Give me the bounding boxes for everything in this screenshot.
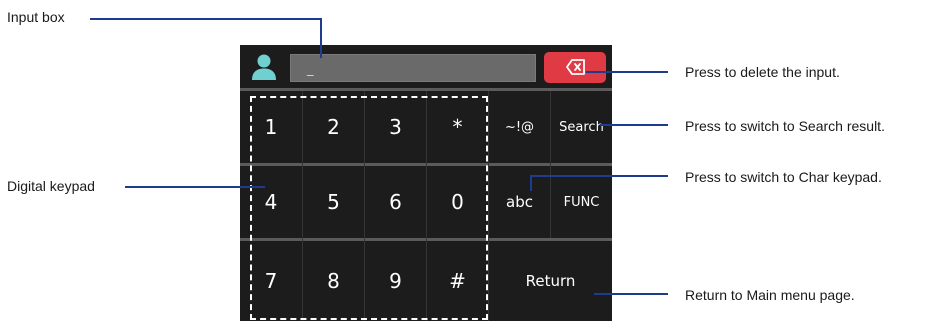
divider [426, 91, 427, 321]
key-8[interactable]: 8 [303, 241, 364, 321]
key-1[interactable]: 1 [240, 91, 302, 163]
key-9[interactable]: 9 [365, 241, 426, 321]
key-4[interactable]: 4 [240, 166, 302, 238]
callout-return: Return to Main menu page. [685, 287, 855, 303]
key-0[interactable]: 0 [427, 166, 488, 238]
leader-line-delete [586, 71, 668, 73]
key-return[interactable]: Return [489, 241, 612, 321]
input-value: _ [307, 62, 314, 77]
input-box[interactable]: _ [290, 54, 536, 82]
user-button[interactable] [244, 51, 284, 83]
user-icon [244, 54, 284, 87]
callout-input-box: Input box [7, 9, 65, 25]
keypad-panel: _ 1 2 3 * ~!@ Search 4 5 6 0 abc FUNC 7 … [240, 45, 612, 321]
key-5[interactable]: 5 [303, 166, 364, 238]
callout-digital-keypad: Digital keypad [7, 178, 95, 194]
key-hash[interactable]: # [427, 241, 488, 321]
divider [364, 91, 365, 321]
key-3[interactable]: 3 [365, 91, 426, 163]
divider [488, 91, 489, 321]
leader-line-input [320, 18, 322, 58]
key-2[interactable]: 2 [303, 91, 364, 163]
leader-line-char [530, 175, 532, 191]
leader-line-char [530, 175, 668, 177]
top-bar: _ [240, 45, 612, 87]
divider [302, 91, 303, 321]
key-7[interactable]: 7 [240, 241, 302, 321]
key-star[interactable]: * [427, 91, 488, 163]
keypad: 1 2 3 * ~!@ Search 4 5 6 0 abc FUNC 7 8 … [240, 88, 612, 321]
key-symbols[interactable]: ~!@ [489, 91, 550, 163]
key-search[interactable]: Search [551, 91, 612, 163]
divider [550, 91, 551, 238]
delete-button[interactable] [544, 52, 606, 83]
leader-line-search [600, 124, 668, 126]
leader-line-input [90, 18, 321, 20]
callout-search: Press to switch to Search result. [685, 118, 885, 134]
callout-delete: Press to delete the input. [685, 64, 840, 80]
key-6[interactable]: 6 [365, 166, 426, 238]
callout-char: Press to switch to Char keypad. [685, 169, 882, 185]
leader-line-keypad [125, 186, 265, 188]
leader-line-return [594, 293, 668, 295]
